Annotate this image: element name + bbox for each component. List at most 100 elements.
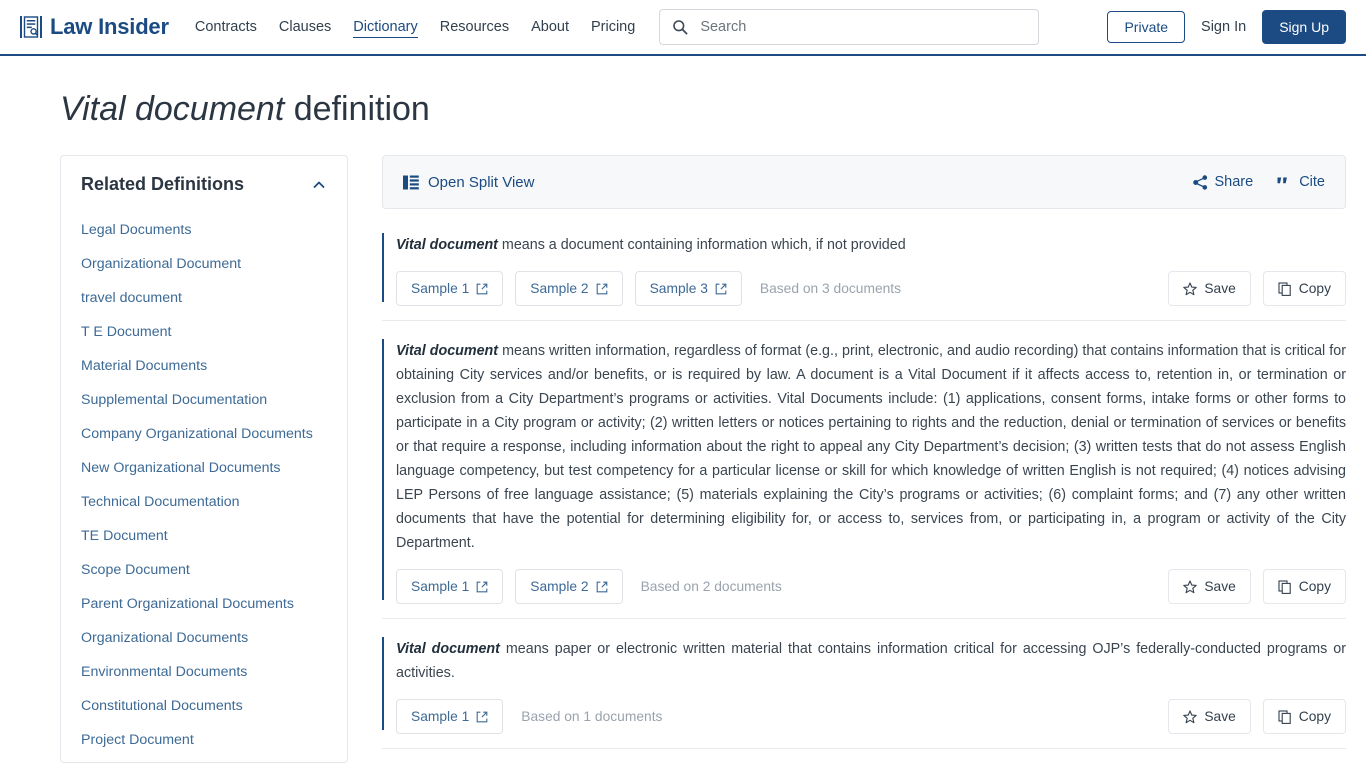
- definition-body: means paper or electronic written materi…: [396, 641, 1346, 682]
- save-label: Save: [1204, 281, 1236, 297]
- sidebar-item-material-documents[interactable]: Material Documents: [81, 349, 327, 383]
- copy-icon: [1278, 580, 1292, 594]
- sidebar-item-parent-organizational-documents[interactable]: Parent Organizational Documents: [81, 587, 327, 621]
- sample-link-button[interactable]: Sample 2: [515, 569, 623, 605]
- cite-label: Cite: [1299, 174, 1325, 190]
- nav-item-contracts[interactable]: Contracts: [195, 17, 257, 37]
- definition-toolbar: Open Split View Share Cite: [382, 155, 1346, 209]
- sidebar-item-environmental-documents[interactable]: Environmental Documents: [81, 655, 327, 689]
- nav-item-pricing[interactable]: Pricing: [591, 17, 635, 37]
- chevron-up-icon[interactable]: [311, 177, 327, 193]
- search-input[interactable]: [698, 18, 1027, 36]
- definition-actions: Save Copy: [1168, 699, 1346, 735]
- save-button[interactable]: Save: [1168, 569, 1251, 605]
- sample-label: Sample 3: [649, 281, 708, 297]
- cite-button[interactable]: Cite: [1277, 174, 1325, 190]
- copy-label: Copy: [1298, 579, 1331, 595]
- sample-link-button[interactable]: Sample 2: [515, 271, 623, 307]
- sidebar-item-legal-documents[interactable]: Legal Documents: [81, 213, 327, 247]
- sidebar-item-new-organizational-documents[interactable]: New Organizational Documents: [81, 451, 327, 485]
- definition-term: Vital document: [396, 343, 499, 360]
- definition-text: Vital document means paper or electronic…: [396, 637, 1346, 685]
- definition-text: Vital document means written information…: [396, 339, 1346, 555]
- sample-link-button[interactable]: Sample 1: [396, 271, 504, 307]
- sidebar-item-travel-document[interactable]: travel document: [81, 281, 327, 315]
- page-title-suffix: definition: [284, 90, 430, 128]
- header-actions: Private Sign In Sign Up: [1107, 10, 1346, 44]
- search-box[interactable]: [659, 9, 1040, 45]
- star-icon: [1183, 710, 1198, 724]
- logo-text: Law Insider: [50, 14, 169, 39]
- external-link-icon: [476, 711, 488, 723]
- definition-footer: Sample 1 Based on 1 documents Save Copy: [396, 699, 1346, 735]
- related-definitions-title: Related Definitions: [81, 174, 245, 194]
- share-button[interactable]: Share: [1192, 174, 1254, 190]
- definition-text: Vital document means a document containi…: [396, 233, 1346, 257]
- definition-term: Vital document: [396, 641, 500, 658]
- save-label: Save: [1204, 709, 1236, 725]
- sample-label: Sample 2: [530, 579, 589, 595]
- definitions-content: Open Split View Share Cite Vital documen…: [382, 155, 1346, 750]
- sign-in-button[interactable]: Sign In: [1199, 12, 1248, 42]
- sidebar-item-scope-document[interactable]: Scope Document: [81, 553, 327, 587]
- copy-button[interactable]: Copy: [1262, 569, 1346, 605]
- external-link-icon: [596, 283, 608, 295]
- sidebar-item-organizational-document[interactable]: Organizational Document: [81, 247, 327, 281]
- sidebar-item-constitutional-documents[interactable]: Constitutional Documents: [81, 689, 327, 723]
- share-icon: [1192, 174, 1208, 190]
- external-link-icon: [476, 581, 488, 593]
- site-header: Law Insider Contracts Clauses Dictionary…: [0, 0, 1366, 56]
- save-button[interactable]: Save: [1168, 699, 1251, 735]
- sidebar-item-te-document[interactable]: TE Document: [81, 519, 327, 553]
- definition-actions: Save Copy: [1168, 569, 1346, 605]
- definition-entry: Vital document means written information…: [382, 321, 1346, 620]
- copy-label: Copy: [1298, 709, 1331, 725]
- sample-link-button[interactable]: Sample 1: [396, 699, 504, 735]
- split-view-icon: [403, 175, 419, 190]
- toolbar-actions: Share Cite: [1192, 174, 1325, 190]
- page-title: Vital document definition: [60, 90, 1366, 129]
- sign-up-button[interactable]: Sign Up: [1262, 10, 1346, 44]
- definitions-list: Vital document means a document containi…: [382, 215, 1346, 750]
- copy-button[interactable]: Copy: [1262, 699, 1346, 735]
- sidebar-item-supplemental-documentation[interactable]: Supplemental Documentation: [81, 383, 327, 417]
- share-label: Share: [1214, 174, 1254, 190]
- page-title-term: Vital document: [60, 90, 285, 128]
- star-icon: [1183, 281, 1198, 296]
- save-button[interactable]: Save: [1168, 271, 1251, 307]
- definition-entry: Vital document means paper or electronic…: [382, 619, 1346, 750]
- save-label: Save: [1204, 579, 1236, 595]
- sidebar-item-technical-documentation[interactable]: Technical Documentation: [81, 485, 327, 519]
- copy-button[interactable]: Copy: [1262, 271, 1346, 307]
- sample-label: Sample 1: [411, 281, 470, 297]
- page-layout: Related Definitions Legal Documents Orga…: [0, 155, 1366, 763]
- open-split-view-button[interactable]: Open Split View: [403, 174, 534, 191]
- nav-item-about[interactable]: About: [531, 17, 569, 37]
- nav-item-resources[interactable]: Resources: [440, 17, 509, 37]
- nav-item-clauses[interactable]: Clauses: [279, 17, 331, 37]
- logo[interactable]: Law Insider: [20, 14, 169, 40]
- main-nav: Contracts Clauses Dictionary Resources A…: [195, 0, 635, 54]
- sidebar-item-t-e-document[interactable]: T E Document: [81, 315, 327, 349]
- sample-label: Sample 2: [530, 281, 589, 297]
- sidebar-item-project-document[interactable]: Project Document: [81, 723, 327, 757]
- open-split-view-label: Open Split View: [428, 173, 535, 191]
- definition-entry: Vital document means a document containi…: [382, 215, 1346, 322]
- copy-icon: [1278, 710, 1292, 724]
- definition-body: means written information, regardless of…: [396, 343, 1346, 552]
- search-icon: [672, 19, 688, 35]
- sample-link-button[interactable]: Sample 3: [634, 271, 742, 307]
- private-button[interactable]: Private: [1107, 11, 1186, 43]
- copy-icon: [1278, 281, 1292, 296]
- related-definitions-header[interactable]: Related Definitions: [81, 174, 327, 195]
- external-link-icon: [476, 283, 488, 295]
- definition-footer: Sample 1 Sample 2: [396, 271, 1346, 307]
- related-definitions-panel: Related Definitions Legal Documents Orga…: [60, 155, 348, 763]
- sample-link-button[interactable]: Sample 1: [396, 569, 504, 605]
- sidebar-item-company-organizational-documents[interactable]: Company Organizational Documents: [81, 417, 327, 451]
- based-on-label: Based on 3 documents: [759, 281, 902, 297]
- related-definitions-list: Legal Documents Organizational Document …: [81, 213, 327, 757]
- sidebar-item-organizational-documents[interactable]: Organizational Documents: [81, 621, 327, 655]
- nav-item-dictionary[interactable]: Dictionary: [353, 17, 418, 38]
- definition-term: Vital document: [396, 237, 498, 253]
